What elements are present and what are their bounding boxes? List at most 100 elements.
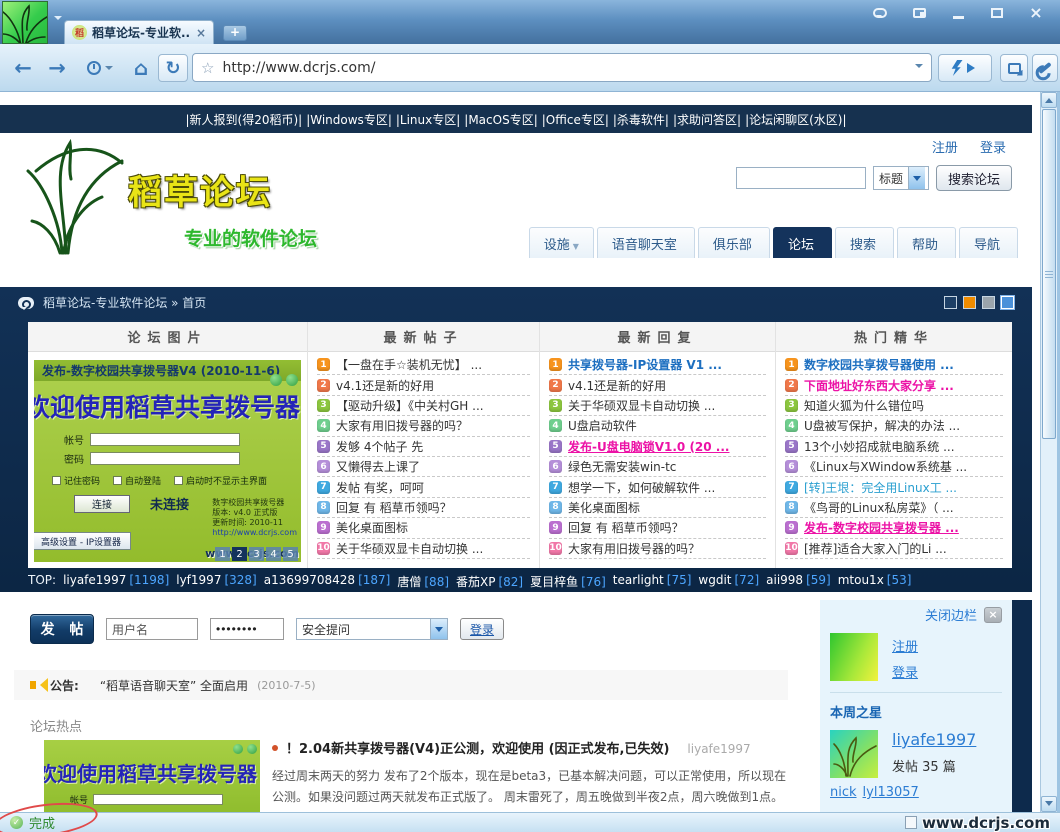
hot-topic-title[interactable]: ！2.04新共享拨号器(V4)正公测，欢迎使用 (因正式发布,已失效) xyxy=(286,738,669,757)
list-item[interactable]: 9 发布-数字校园共享拨号器 ... xyxy=(785,518,1003,538)
style-swatch[interactable] xyxy=(944,296,957,309)
scroll-down-button[interactable] xyxy=(1041,796,1057,812)
security-question-select[interactable]: 安全提问 xyxy=(296,618,448,640)
login-button[interactable]: 登录 xyxy=(460,618,504,640)
slideshow-page-button[interactable]: 1 xyxy=(215,547,230,561)
topic-link[interactable]: 【驱动升级】《中关村GH ... xyxy=(336,397,484,414)
nick-label-link[interactable]: nick xyxy=(830,785,857,800)
maximize-button[interactable] xyxy=(985,3,1009,22)
new-tab-button[interactable]: + xyxy=(223,25,247,41)
list-item[interactable]: 2 v4.1还是新的好用 xyxy=(549,375,766,395)
site-tab[interactable]: 设施▼ xyxy=(529,227,594,258)
topic-link[interactable]: [推荐]适合大家入门的Li ... xyxy=(804,540,947,557)
minimize-button[interactable] xyxy=(946,3,970,22)
refresh-button[interactable] xyxy=(158,54,188,82)
address-bar[interactable]: http://www.dcrjs.com/ xyxy=(192,53,932,82)
forum-nav-link[interactable]: |MacOS专区| xyxy=(464,111,537,128)
bookmark-star-icon[interactable] xyxy=(201,58,214,77)
list-item[interactable]: 8 回复 有 稻草币领吗？ xyxy=(317,498,530,518)
topic-link[interactable]: 下面地址好东西大家分享 ... xyxy=(804,377,954,394)
nick-value-link[interactable]: lyl13057 xyxy=(863,785,919,800)
topic-link[interactable]: 美化桌面图标 xyxy=(336,519,408,536)
site-tab[interactable]: 帮助 xyxy=(897,227,956,258)
sidebar-register-link[interactable]: 注册 xyxy=(892,636,918,655)
list-item[interactable]: 9 回复 有 稻草币领吗？ xyxy=(549,518,766,538)
star-user-link[interactable]: liyafe1997 xyxy=(892,730,976,749)
topic-link[interactable]: 又懒得去上课了 xyxy=(336,458,420,475)
list-item[interactable]: 7 想学一下，如何破解软件 ... xyxy=(549,477,766,497)
forward-button[interactable] xyxy=(42,54,72,82)
forum-nav-link[interactable]: |论坛闲聊区(水区)| xyxy=(745,111,846,128)
top-user-score[interactable]: [75] xyxy=(667,573,692,587)
list-item[interactable]: 1 共享拨号器-IP设置器 V1 ... xyxy=(549,355,766,375)
style-swatch[interactable] xyxy=(982,296,995,309)
turbo-lightning-icon[interactable] xyxy=(951,60,963,76)
search-type-select[interactable]: 标题 xyxy=(873,166,929,190)
list-item[interactable]: 8 美化桌面图标 xyxy=(549,498,766,518)
star-user-avatar[interactable] xyxy=(830,730,878,778)
forum-nav-link[interactable]: |Office专区| xyxy=(542,111,609,128)
list-item[interactable]: 3 关于华硕双显卡自动切换 ... xyxy=(549,396,766,416)
topic-link[interactable]: v4.1还是新的好用 xyxy=(336,377,434,394)
feedback-button[interactable] xyxy=(868,3,892,22)
search-input[interactable] xyxy=(736,167,866,189)
new-post-button[interactable]: 发 帖 xyxy=(30,614,94,644)
top-user-score[interactable]: [76] xyxy=(581,575,606,589)
login-link[interactable]: 登录 xyxy=(980,141,1006,156)
list-item[interactable]: 3 知道火狐为什么错位吗 xyxy=(785,396,1003,416)
list-item[interactable]: 7 发帖 有奖，呵呵 xyxy=(317,477,530,497)
list-item[interactable]: 10 [推荐]适合大家入门的Li ... xyxy=(785,539,1003,559)
topic-link[interactable]: 数字校园共享拨号器使用 ... xyxy=(804,356,954,373)
slideshow-page-button[interactable]: 4 xyxy=(266,547,281,561)
breadcrumb[interactable]: 稻草论坛-专业软件论坛 » 首页 xyxy=(43,294,206,311)
top-user-name[interactable]: 夏目梓鱼 xyxy=(530,575,578,589)
site-tab[interactable]: 搜索 xyxy=(835,227,894,258)
hot-topic-author[interactable]: liyafe1997 xyxy=(687,742,750,756)
topic-link[interactable]: 【一盘在手☆装机无忧】 ... xyxy=(336,356,482,373)
close-sidebar-button[interactable]: × xyxy=(984,607,1002,623)
top-user-score[interactable]: [1198] xyxy=(129,573,169,587)
snip-tool-button[interactable] xyxy=(1000,54,1028,82)
topic-link[interactable]: [转]王垠：完全用Linux工 ... xyxy=(804,479,957,496)
list-item[interactable]: 6 绿色无需安装win-tc xyxy=(549,457,766,477)
topic-link[interactable]: 大家有用旧拨号器的吗？ xyxy=(336,417,468,434)
forum-nav-link[interactable]: |Windows专区| xyxy=(306,111,392,128)
announcement-link[interactable]: “稻草语音聊天室” 全面启用 xyxy=(100,677,248,694)
list-item[interactable]: 4 大家有用旧拨号器的吗？ xyxy=(317,416,530,436)
list-item[interactable]: 10 大家有用旧拨号器的吗？ xyxy=(549,539,766,559)
topic-link[interactable]: 《鸟哥的Linux私房菜》（ ... xyxy=(804,499,954,516)
tools-wrench-button[interactable] xyxy=(1032,54,1058,82)
topic-link[interactable]: 发帖 有奖，呵呵 xyxy=(336,479,424,496)
select-caret-icon[interactable] xyxy=(430,619,447,639)
top-user-score[interactable]: [187] xyxy=(358,573,390,587)
top-user-name[interactable]: lyf1997 xyxy=(176,573,221,587)
topic-link[interactable]: 发布-U盘电脑锁V1.0 (20 ... xyxy=(568,438,730,455)
site-tab[interactable]: 俱乐部 xyxy=(698,227,770,258)
close-button[interactable] xyxy=(1024,3,1048,22)
top-user-score[interactable]: [88] xyxy=(424,575,449,589)
topic-link[interactable]: 知道火狐为什么错位吗 xyxy=(804,397,924,414)
site-tab[interactable]: 论坛 xyxy=(773,227,832,258)
top-user-name[interactable]: tearlight xyxy=(613,573,664,587)
list-item[interactable]: 8 《鸟哥的Linux私房菜》（ ... xyxy=(785,498,1003,518)
popout-window-button[interactable] xyxy=(907,3,931,22)
top-user-score[interactable]: [82] xyxy=(498,575,523,589)
scrollbar-thumb[interactable] xyxy=(1042,109,1056,439)
top-user-name[interactable]: aii998 xyxy=(766,573,803,587)
close-sidebar-link[interactable]: 关闭边栏 xyxy=(925,605,977,624)
top-user-name[interactable]: 唐僧 xyxy=(397,575,421,589)
list-item[interactable]: 10 关于华硕双显卡自动切换 ... xyxy=(317,539,530,559)
forum-nav-link[interactable]: |杀毒软件| xyxy=(613,111,669,128)
username-field[interactable] xyxy=(106,618,198,640)
list-item[interactable]: 1 【一盘在手☆装机无忧】 ... xyxy=(317,355,530,375)
forum-nav-link[interactable]: |Linux专区| xyxy=(396,111,460,128)
register-link[interactable]: 注册 xyxy=(932,141,958,156)
tab-close-icon[interactable]: × xyxy=(196,26,206,40)
topic-link[interactable]: 美化桌面图标 xyxy=(568,499,640,516)
list-item[interactable]: 3 【驱动升级】《中关村GH ... xyxy=(317,396,530,416)
topic-link[interactable]: 大家有用旧拨号器的吗？ xyxy=(568,540,700,557)
home-button[interactable] xyxy=(126,54,156,82)
scroll-up-button[interactable] xyxy=(1041,92,1057,108)
list-item[interactable]: 9 美化桌面图标 xyxy=(317,518,530,538)
list-item[interactable]: 6 《Linux与XWindow系统基 ... xyxy=(785,457,1003,477)
